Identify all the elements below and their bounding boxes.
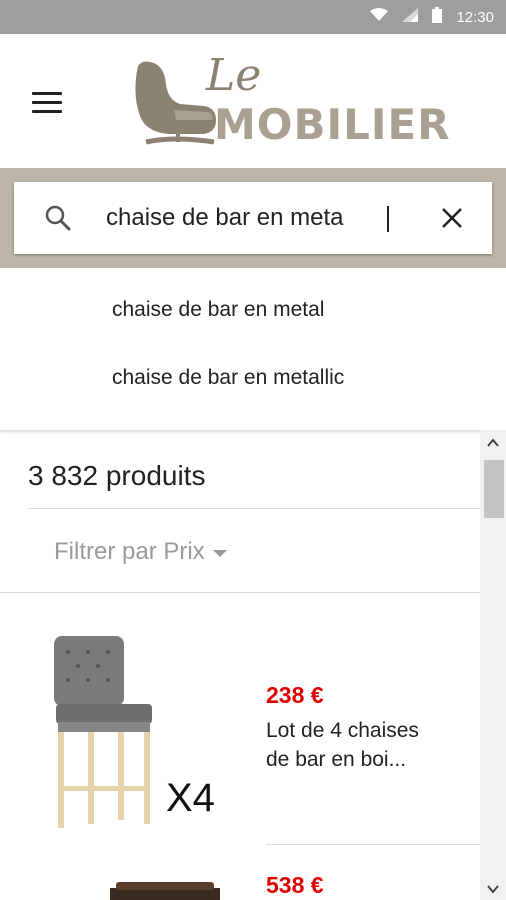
search-suggestions: chaise de bar en metal chaise de bar en … xyxy=(0,268,506,430)
product-image xyxy=(110,882,220,900)
filter-label: Filtrer par Prix xyxy=(54,538,205,565)
product-price: 238 € xyxy=(266,682,324,708)
scrollbar-thumb[interactable] xyxy=(484,460,504,518)
dropdown-arrow-icon xyxy=(212,549,227,557)
divider xyxy=(266,844,480,845)
scrollbar[interactable] xyxy=(480,430,506,900)
search-input[interactable] xyxy=(106,200,406,236)
close-icon[interactable] xyxy=(440,206,464,230)
divider xyxy=(0,592,480,593)
result-count: 3 832 produits xyxy=(28,460,206,491)
bar-stool-image xyxy=(54,636,152,828)
status-time: 12:30 xyxy=(456,8,494,26)
text-cursor xyxy=(387,206,389,232)
battery-icon xyxy=(432,6,443,28)
scroll-down-icon[interactable] xyxy=(487,882,499,894)
scroll-up-icon[interactable] xyxy=(487,436,499,448)
quantity-badge: X4 xyxy=(166,776,215,820)
product-title-line2: de bar en boi... xyxy=(266,748,407,771)
price-filter-dropdown[interactable]: Filtrer par Prix xyxy=(54,538,227,566)
logo-text-mobilier: MOBILIER xyxy=(214,100,451,149)
divider xyxy=(28,508,480,509)
suggestion-item[interactable]: chaise de bar en metallic xyxy=(112,366,344,390)
logo-text-le: Le xyxy=(206,50,262,101)
product-title-line1: Lot de 4 chaises xyxy=(266,719,419,742)
brand-logo[interactable]: Le MOBILIER xyxy=(124,48,474,160)
search-box xyxy=(14,182,492,254)
results-list: 3 832 produits Filtrer par Prix X4 238 €… xyxy=(0,430,480,900)
status-bar: 12:30 xyxy=(0,0,506,34)
app-header: Le MOBILIER xyxy=(0,34,506,168)
wifi-icon xyxy=(370,7,389,27)
suggestion-item[interactable]: chaise de bar en metal xyxy=(112,298,324,322)
search-band xyxy=(0,168,506,268)
menu-icon[interactable] xyxy=(32,92,62,116)
product-price: 538 € xyxy=(266,872,324,898)
search-icon[interactable] xyxy=(44,204,72,232)
signal-icon xyxy=(402,7,419,27)
